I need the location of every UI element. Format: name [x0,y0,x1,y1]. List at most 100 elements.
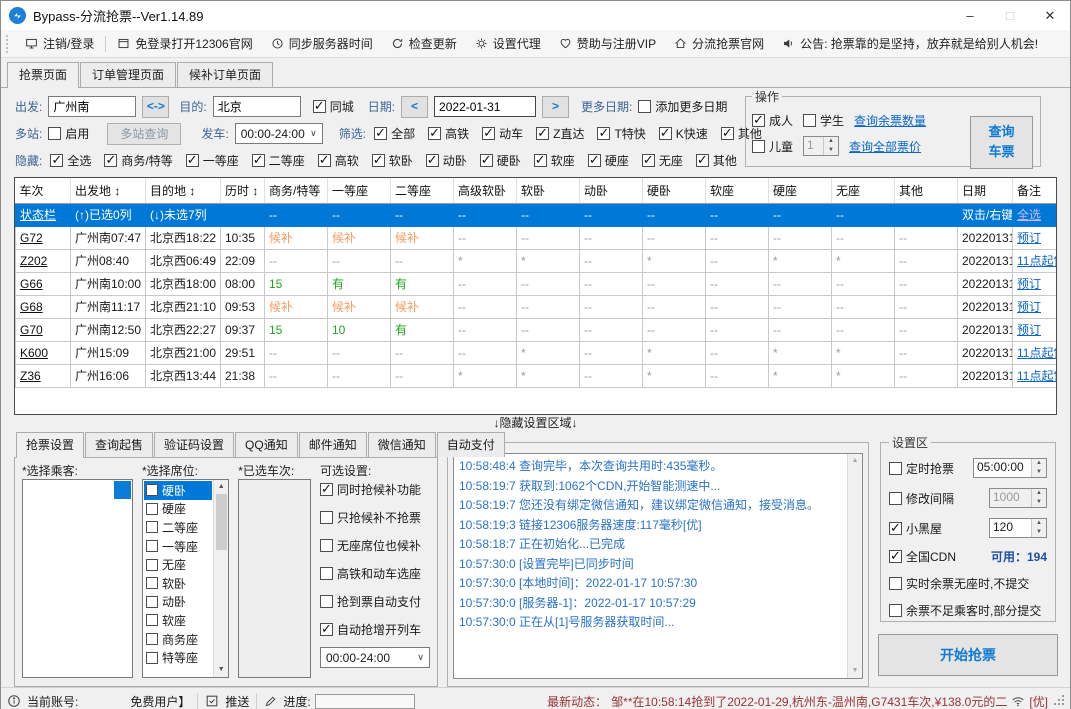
hide-filter-8[interactable]: 软座 [533,152,575,169]
booking-link[interactable]: 预订 [1017,277,1041,291]
resize-grip[interactable] [1054,696,1064,706]
seat-scrollbar[interactable]: ▲ ▼ [213,480,229,677]
checkbox-mark[interactable] [145,502,158,515]
hide-filter-9[interactable]: 硬座 [587,152,629,169]
setting-stepper[interactable]: 1000 ▲ ▼ [989,488,1047,508]
stepper-arrows[interactable]: ▲ ▼ [823,137,839,155]
toolbar-item-official-site[interactable]: 分流抢票官网 [665,32,773,56]
passenger-scroll-thumb[interactable] [113,481,131,499]
settings-tab-4[interactable]: 邮件通知 [298,432,367,457]
booking-link[interactable]: 11点起售 [1017,254,1056,268]
toolbar-item-sponsor-vip[interactable]: 赞助与注册VIP [550,32,665,56]
toolbar-item-check-update[interactable]: 检查更新 [382,32,466,56]
arrow-down-icon[interactable]: ▼ [1032,528,1046,537]
train-filter-3[interactable]: Z直达 [536,125,584,142]
option-3[interactable]: 高铁和动车选座 [320,565,421,582]
scroll-up-icon[interactable]: ▲ [218,480,225,494]
checkbox-mark[interactable] [145,558,158,571]
multi-query-button[interactable]: 多站查询 [107,122,182,145]
train-filter-1[interactable]: 高铁 [428,125,469,142]
seat-listbox[interactable]: 硬卧 硬座 二等座 一等座 无座 软卧 动卧 软座 商务座 特等座 ▲ ▼ [141,479,230,678]
arrow-up-icon[interactable]: ▲ [824,137,839,146]
train-filter-2[interactable]: 动车 [482,125,523,142]
checkbox-mark[interactable] [374,125,388,141]
checkbox-mark[interactable] [428,125,442,141]
date-next-button[interactable]: > [542,95,570,118]
checkbox-mark[interactable] [145,484,158,497]
setting-stepper[interactable]: 120 ▲ ▼ [989,518,1047,538]
table-status-row[interactable]: 状态栏 (↑)已选0列 (↓)未选7列 -- -- -- -- -- -- -- -- -- -- 双击/… [15,202,1056,227]
seat-item[interactable]: 二等座 [144,518,212,537]
close-button[interactable]: ✕ [1030,1,1070,30]
setting-check-0[interactable]: 实时余票无座时,不提交 [889,575,1029,592]
column-header[interactable]: 其他 [894,178,958,204]
child-count-stepper[interactable]: 1 ▲ ▼ [803,136,840,156]
table-row[interactable]: Z36 广州16:06 北京西13:44 21:38 -- -- -- * * -- * -- * * --… [15,363,1056,388]
checkbox-mark[interactable] [185,152,199,168]
column-header[interactable]: 一等座 [327,178,391,204]
minimize-button[interactable]: – [950,1,990,30]
seat-item[interactable]: 软卧 [144,574,212,593]
seat-item[interactable]: 动卧 [144,593,212,612]
seat-item[interactable]: 软座 [144,611,212,630]
scroll-down-icon[interactable]: ▼ [852,664,859,678]
train-filter-5[interactable]: K快速 [658,125,708,142]
option-5[interactable]: 自动抢增开列车 [320,621,421,638]
query-tickets-button[interactable]: 查询 车票 [970,116,1033,169]
seat-item[interactable]: 一等座 [144,537,212,556]
arrow-down-icon[interactable]: ▼ [1032,498,1046,507]
train-number-link[interactable]: Z36 [20,369,41,383]
checkbox-mark[interactable] [371,152,385,168]
checkbox-mark[interactable] [320,566,333,580]
stepper-arrows[interactable]: ▲ ▼ [1031,519,1046,537]
checkbox-mark[interactable] [889,461,902,475]
stepper-arrows[interactable]: ▲ ▼ [1031,459,1046,477]
adult-checkbox[interactable]: 成人 [752,112,793,129]
arrow-down-icon[interactable]: ▼ [1032,468,1046,477]
same-city-checkbox[interactable]: 同城 [312,98,354,115]
column-header[interactable]: 车次 [15,178,71,204]
setting-2[interactable]: 小黑屋 [889,520,942,537]
column-header[interactable]: 软座 [705,178,769,204]
train-number-link[interactable]: K600 [20,346,48,360]
booking-link[interactable]: 预订 [1017,300,1041,314]
settings-tab-5[interactable]: 微信通知 [367,432,436,457]
checkbox-mark[interactable] [145,521,158,534]
checkbox-mark[interactable] [320,538,333,552]
checkbox-mark[interactable] [251,152,265,168]
date-input[interactable] [434,96,537,117]
hide-filter-11[interactable]: 其他 [695,152,737,169]
checkbox-mark[interactable] [145,595,158,608]
option-1[interactable]: 只抢候补不抢票 [320,509,421,526]
train-number-link[interactable]: G70 [20,323,43,337]
date-prev-button[interactable]: < [401,95,429,118]
column-header[interactable]: 软卧 [516,178,580,204]
checkbox-mark[interactable] [695,152,709,168]
checkbox-mark[interactable] [320,510,333,524]
main-tab-0[interactable]: 抢票页面 [7,62,80,88]
checkbox-mark[interactable] [597,125,611,141]
checkbox-mark[interactable] [889,520,902,536]
table-row[interactable]: G72 广州南07:47 北京西18:22 10:35 候补 候补 候补 -- -- -- -- --… [15,225,1056,250]
checkbox-mark[interactable] [889,577,902,590]
child-checkbox[interactable]: 儿童 [752,138,793,155]
train-number-link[interactable]: Z202 [20,254,47,268]
checkbox-mark[interactable] [803,113,817,127]
booking-link[interactable]: 预订 [1017,323,1041,337]
seat-item[interactable]: 商务座 [144,630,212,649]
destination-input[interactable] [212,96,301,117]
arrow-down-icon[interactable]: ▼ [824,146,839,155]
hide-filter-4[interactable]: 高软 [317,152,359,169]
arrow-up-icon[interactable]: ▲ [1032,489,1046,498]
depart-time-select[interactable]: 00:00-24:00 ∨ [234,123,323,144]
checkbox-mark[interactable] [641,152,655,168]
checkbox-mark[interactable] [48,127,62,140]
checkbox-mark[interactable] [889,604,902,617]
column-header[interactable]: 日期 [957,178,1013,204]
column-header[interactable]: 二等座 [390,178,454,204]
checkbox-mark[interactable] [320,481,333,497]
checkbox-mark[interactable] [533,152,547,168]
column-header[interactable]: 商务/特等 [264,178,328,204]
checkbox-mark[interactable] [536,125,550,141]
booking-link[interactable]: 预订 [1017,231,1041,245]
